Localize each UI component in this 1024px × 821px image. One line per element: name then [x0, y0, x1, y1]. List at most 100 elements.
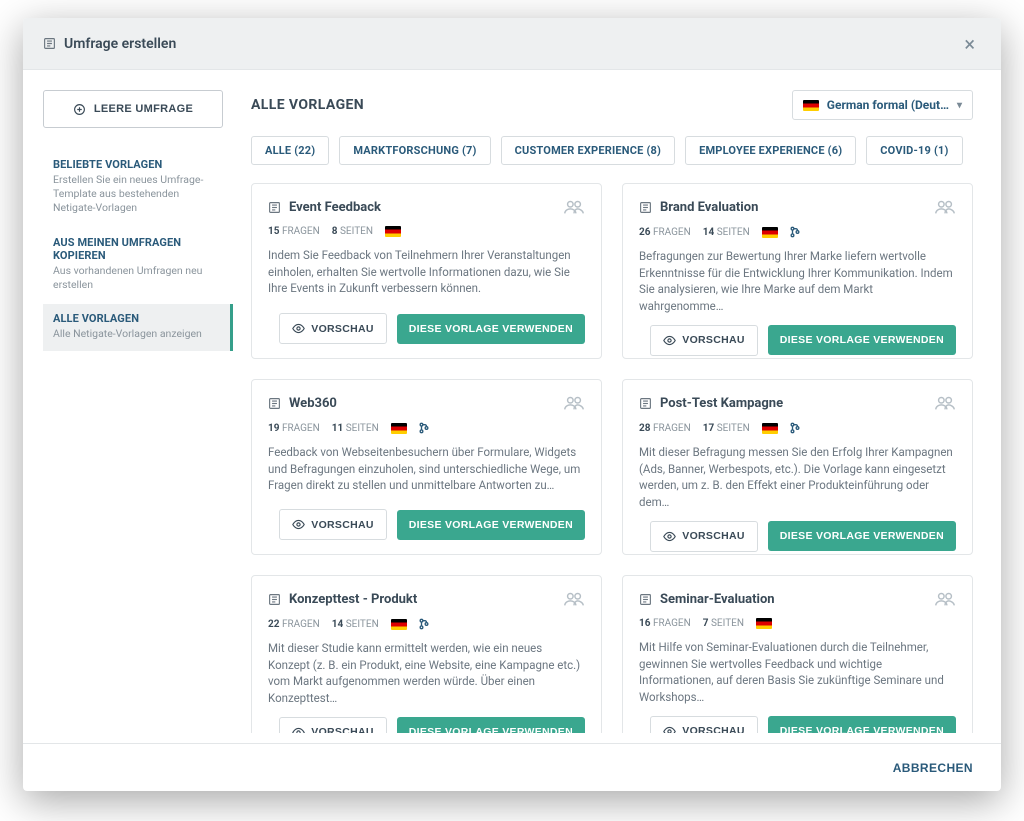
- audience-icon: [563, 590, 585, 608]
- use-template-button[interactable]: DIESE VORLAGE VERWENDEN: [397, 717, 585, 733]
- template-card: Konzepttest - Produkt22 FRAGEN14 SEITENM…: [251, 575, 602, 733]
- use-template-button[interactable]: DIESE VORLAGE VERWENDEN: [397, 510, 585, 540]
- card-header: Event Feedback: [268, 198, 585, 216]
- card-header: Post-Test Kampagne: [639, 394, 956, 412]
- use-template-button[interactable]: DIESE VORLAGE VERWENDEN: [768, 716, 956, 733]
- page-count: 8 SEITEN: [332, 226, 373, 237]
- filter-covid[interactable]: COVID-19 (1): [866, 136, 962, 165]
- page-count: 11 SEITEN: [332, 423, 379, 434]
- survey-icon: [268, 201, 281, 214]
- flag-de-icon: [762, 423, 778, 434]
- modal-title-wrap: Umfrage erstellen: [43, 36, 176, 52]
- card-actions: VORSCHAU DIESE VORLAGE VERWENDEN: [268, 509, 585, 540]
- question-count: 22 FRAGEN: [268, 619, 320, 630]
- filter-ex[interactable]: EMPLOYEE EXPERIENCE (6): [685, 136, 856, 165]
- page-count: 7 SEITEN: [703, 618, 744, 629]
- preview-button[interactable]: VORSCHAU: [650, 521, 758, 552]
- card-description: Mit dieser Befragung messen Sie den Erfo…: [639, 444, 956, 511]
- card-title: Seminar-Evaluation: [660, 592, 926, 607]
- sidebar-item-desc: Alle Netigate-Vorlagen anzeigen: [53, 327, 220, 341]
- sidebar-item-all[interactable]: ALLE VORLAGEN Alle Netigate-Vorlagen anz…: [43, 304, 233, 351]
- question-count: 15 FRAGEN: [268, 226, 320, 237]
- template-card: Brand Evaluation 26 FRAGEN 14 SEITEN Befrag…: [622, 183, 973, 359]
- preview-button[interactable]: VORSCHAU: [279, 313, 387, 344]
- page-count: 14 SEITEN: [703, 227, 750, 238]
- template-card: Post-Test Kampagne 28 FRAGEN 17 SEITEN Mit …: [622, 379, 973, 555]
- eye-icon: [663, 725, 676, 733]
- sidebar-item-desc: Erstellen Sie ein neues Umfrage-Template…: [53, 173, 220, 216]
- sidebar-item-title: ALLE VORLAGEN: [53, 312, 220, 325]
- plus-circle-icon: [73, 103, 86, 116]
- survey-icon: [268, 593, 281, 606]
- logic-icon: [419, 618, 429, 630]
- card-description: Mit dieser Studie kann ermittelt werden,…: [268, 640, 585, 707]
- flag-de-icon: [391, 619, 407, 630]
- preview-button[interactable]: VORSCHAU: [650, 325, 758, 356]
- card-meta: 16 FRAGEN 7 SEITEN: [639, 618, 956, 629]
- modal-header: Umfrage erstellen ×: [23, 18, 1001, 70]
- page-count: 17 SEITEN: [703, 423, 750, 434]
- filter-cx[interactable]: CUSTOMER EXPERIENCE (8): [501, 136, 675, 165]
- card-header: Konzepttest - Produkt: [268, 590, 585, 608]
- card-description: Befragungen zur Bewertung Ihrer Marke li…: [639, 248, 956, 315]
- card-actions: VORSCHAU DIESE VORLAGE VERWENDEN: [268, 313, 585, 344]
- create-survey-modal: Umfrage erstellen × LEERE UMFRAGE BELIEB…: [23, 18, 1001, 791]
- audience-icon: [934, 394, 956, 412]
- survey-icon: [639, 397, 652, 410]
- question-count: 16 FRAGEN: [639, 618, 691, 629]
- card-title: Brand Evaluation: [660, 200, 926, 215]
- flag-de-icon: [762, 227, 778, 238]
- preview-button[interactable]: VORSCHAU: [650, 716, 758, 733]
- sidebar-item-title: AUS MEINEN UMFRAGEN KOPIEREN: [53, 236, 220, 262]
- card-title: Web360: [289, 396, 555, 411]
- sidebar: LEERE UMFRAGE BELIEBTE VORLAGEN Erstelle…: [23, 70, 233, 743]
- empty-survey-button[interactable]: LEERE UMFRAGE: [43, 90, 223, 128]
- card-header: Brand Evaluation: [639, 198, 956, 216]
- logic-icon: [419, 422, 429, 434]
- audience-icon: [934, 198, 956, 216]
- filter-market-research[interactable]: MARKTFORSCHUNG (7): [339, 136, 490, 165]
- survey-icon: [268, 397, 281, 410]
- use-template-button[interactable]: DIESE VORLAGE VERWENDEN: [768, 325, 956, 355]
- card-actions: VORSCHAU DIESE VORLAGE VERWENDEN: [639, 325, 956, 356]
- question-count: 19 FRAGEN: [268, 423, 320, 434]
- question-count: 28 FRAGEN: [639, 423, 691, 434]
- logic-icon: [790, 226, 800, 238]
- card-header: Web360: [268, 394, 585, 412]
- eye-icon: [292, 726, 305, 733]
- card-title: Post-Test Kampagne: [660, 396, 926, 411]
- use-template-button[interactable]: DIESE VORLAGE VERWENDEN: [768, 521, 956, 551]
- sidebar-item-popular[interactable]: BELIEBTE VORLAGEN Erstellen Sie ein neue…: [43, 150, 233, 226]
- chevron-down-icon: ▾: [957, 100, 962, 111]
- card-description: Feedback von Webseitenbesuchern über For…: [268, 444, 585, 499]
- eye-icon: [292, 322, 305, 335]
- flag-de-icon: [391, 423, 407, 434]
- preview-button[interactable]: VORSCHAU: [279, 509, 387, 540]
- modal-title: Umfrage erstellen: [64, 36, 176, 52]
- card-title: Event Feedback: [289, 200, 555, 215]
- eye-icon: [663, 530, 676, 543]
- preview-button[interactable]: VORSCHAU: [279, 717, 387, 733]
- sidebar-item-title: BELIEBTE VORLAGEN: [53, 158, 220, 171]
- page-title: ALLE VORLAGEN: [251, 97, 364, 113]
- flag-de-icon: [385, 226, 401, 237]
- modal-footer: ABBRECHEN: [23, 743, 1001, 791]
- close-button[interactable]: ×: [958, 28, 981, 60]
- cancel-button[interactable]: ABBRECHEN: [893, 761, 973, 775]
- audience-icon: [563, 394, 585, 412]
- sidebar-item-desc: Aus vorhandenen Umfragen neu erstellen: [53, 264, 220, 292]
- audience-icon: [934, 590, 956, 608]
- flag-de-icon: [803, 100, 819, 111]
- language-select[interactable]: German formal (Deut… ▾: [792, 90, 973, 120]
- language-label: German formal (Deut…: [827, 98, 949, 112]
- use-template-button[interactable]: DIESE VORLAGE VERWENDEN: [397, 314, 585, 344]
- sidebar-item-copy[interactable]: AUS MEINEN UMFRAGEN KOPIEREN Aus vorhand…: [43, 228, 233, 302]
- template-card: Seminar-Evaluation16 FRAGEN7 SEITENMit H…: [622, 575, 973, 733]
- filter-all[interactable]: ALLE (22): [251, 136, 329, 165]
- template-grid: Event Feedback15 FRAGEN8 SEITENIndem Sie…: [251, 183, 973, 733]
- question-count: 26 FRAGEN: [639, 227, 691, 238]
- card-title: Konzepttest - Produkt: [289, 592, 555, 607]
- card-actions: VORSCHAU DIESE VORLAGE VERWENDEN: [639, 521, 956, 552]
- template-card: Event Feedback15 FRAGEN8 SEITENIndem Sie…: [251, 183, 602, 359]
- logic-icon: [790, 422, 800, 434]
